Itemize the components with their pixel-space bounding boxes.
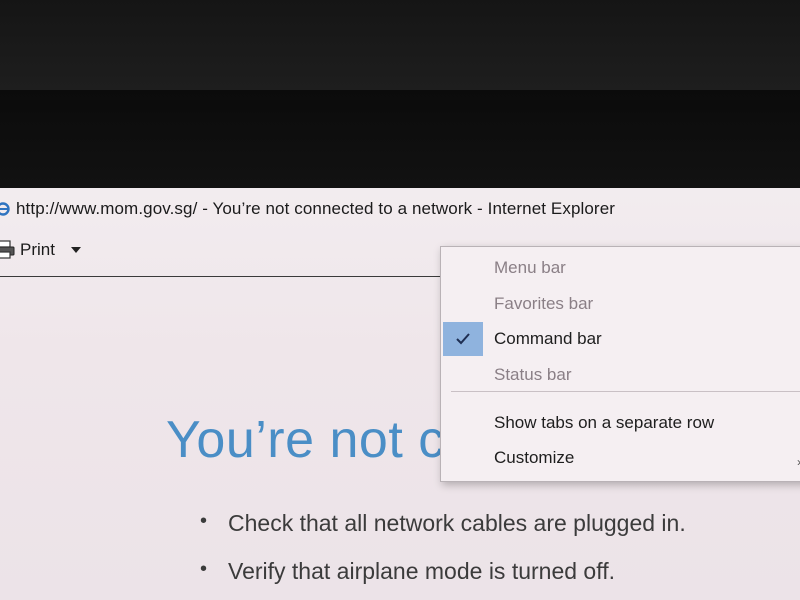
list-item: • Verify that airplane mode is turned of…	[200, 558, 686, 600]
title-bar: http://www.mom.gov.sg/ - You’re not conn…	[0, 188, 800, 230]
bullet-icon: •	[200, 558, 208, 580]
menu-item-label: Status bar	[494, 365, 572, 384]
internet-explorer-icon	[0, 200, 10, 218]
menu-item-label: Show tabs on a separate row	[494, 413, 715, 432]
list-item-text: Verify that airplane mode is turned off.	[228, 558, 615, 584]
error-heading: You’re not c	[166, 411, 445, 469]
monitor-bezel-lip	[0, 90, 800, 188]
menu-separator	[451, 391, 800, 392]
list-item-text: Check that all network cables are plugge…	[228, 510, 686, 536]
menu-item-status-bar[interactable]: Status bar	[441, 358, 800, 392]
troubleshooting-list: • Check that all network cables are plug…	[200, 510, 686, 600]
checkmark-icon	[443, 322, 483, 356]
menu-item-command-bar[interactable]: Command bar	[441, 322, 800, 356]
monitor-bezel-top	[0, 0, 800, 90]
list-item: • Check that all network cables are plug…	[200, 510, 686, 558]
command-bar-divider	[0, 276, 440, 277]
menu-item-favorites-bar[interactable]: Favorites bar	[441, 287, 800, 321]
bullet-icon: •	[200, 510, 208, 532]
window-title: http://www.mom.gov.sg/ - You’re not conn…	[16, 199, 616, 218]
menu-item-customize[interactable]: Customize ›	[441, 441, 800, 475]
toolbar-context-menu: Menu bar Favorites bar Command bar Statu…	[440, 246, 800, 482]
menu-item-label: Command bar	[494, 329, 602, 348]
browser-window: http://www.mom.gov.sg/ - You’re not conn…	[0, 188, 800, 600]
printer-icon[interactable]	[0, 240, 16, 260]
menu-item-label: Customize	[494, 448, 575, 467]
menu-item-menu-bar[interactable]: Menu bar	[441, 251, 800, 285]
menu-item-label: Favorites bar	[494, 294, 594, 313]
print-button[interactable]: Print	[20, 240, 55, 260]
menu-item-label: Menu bar	[494, 258, 566, 277]
chevron-down-icon[interactable]	[70, 247, 81, 253]
menu-item-show-tabs-separate-row[interactable]: Show tabs on a separate row	[441, 406, 800, 440]
